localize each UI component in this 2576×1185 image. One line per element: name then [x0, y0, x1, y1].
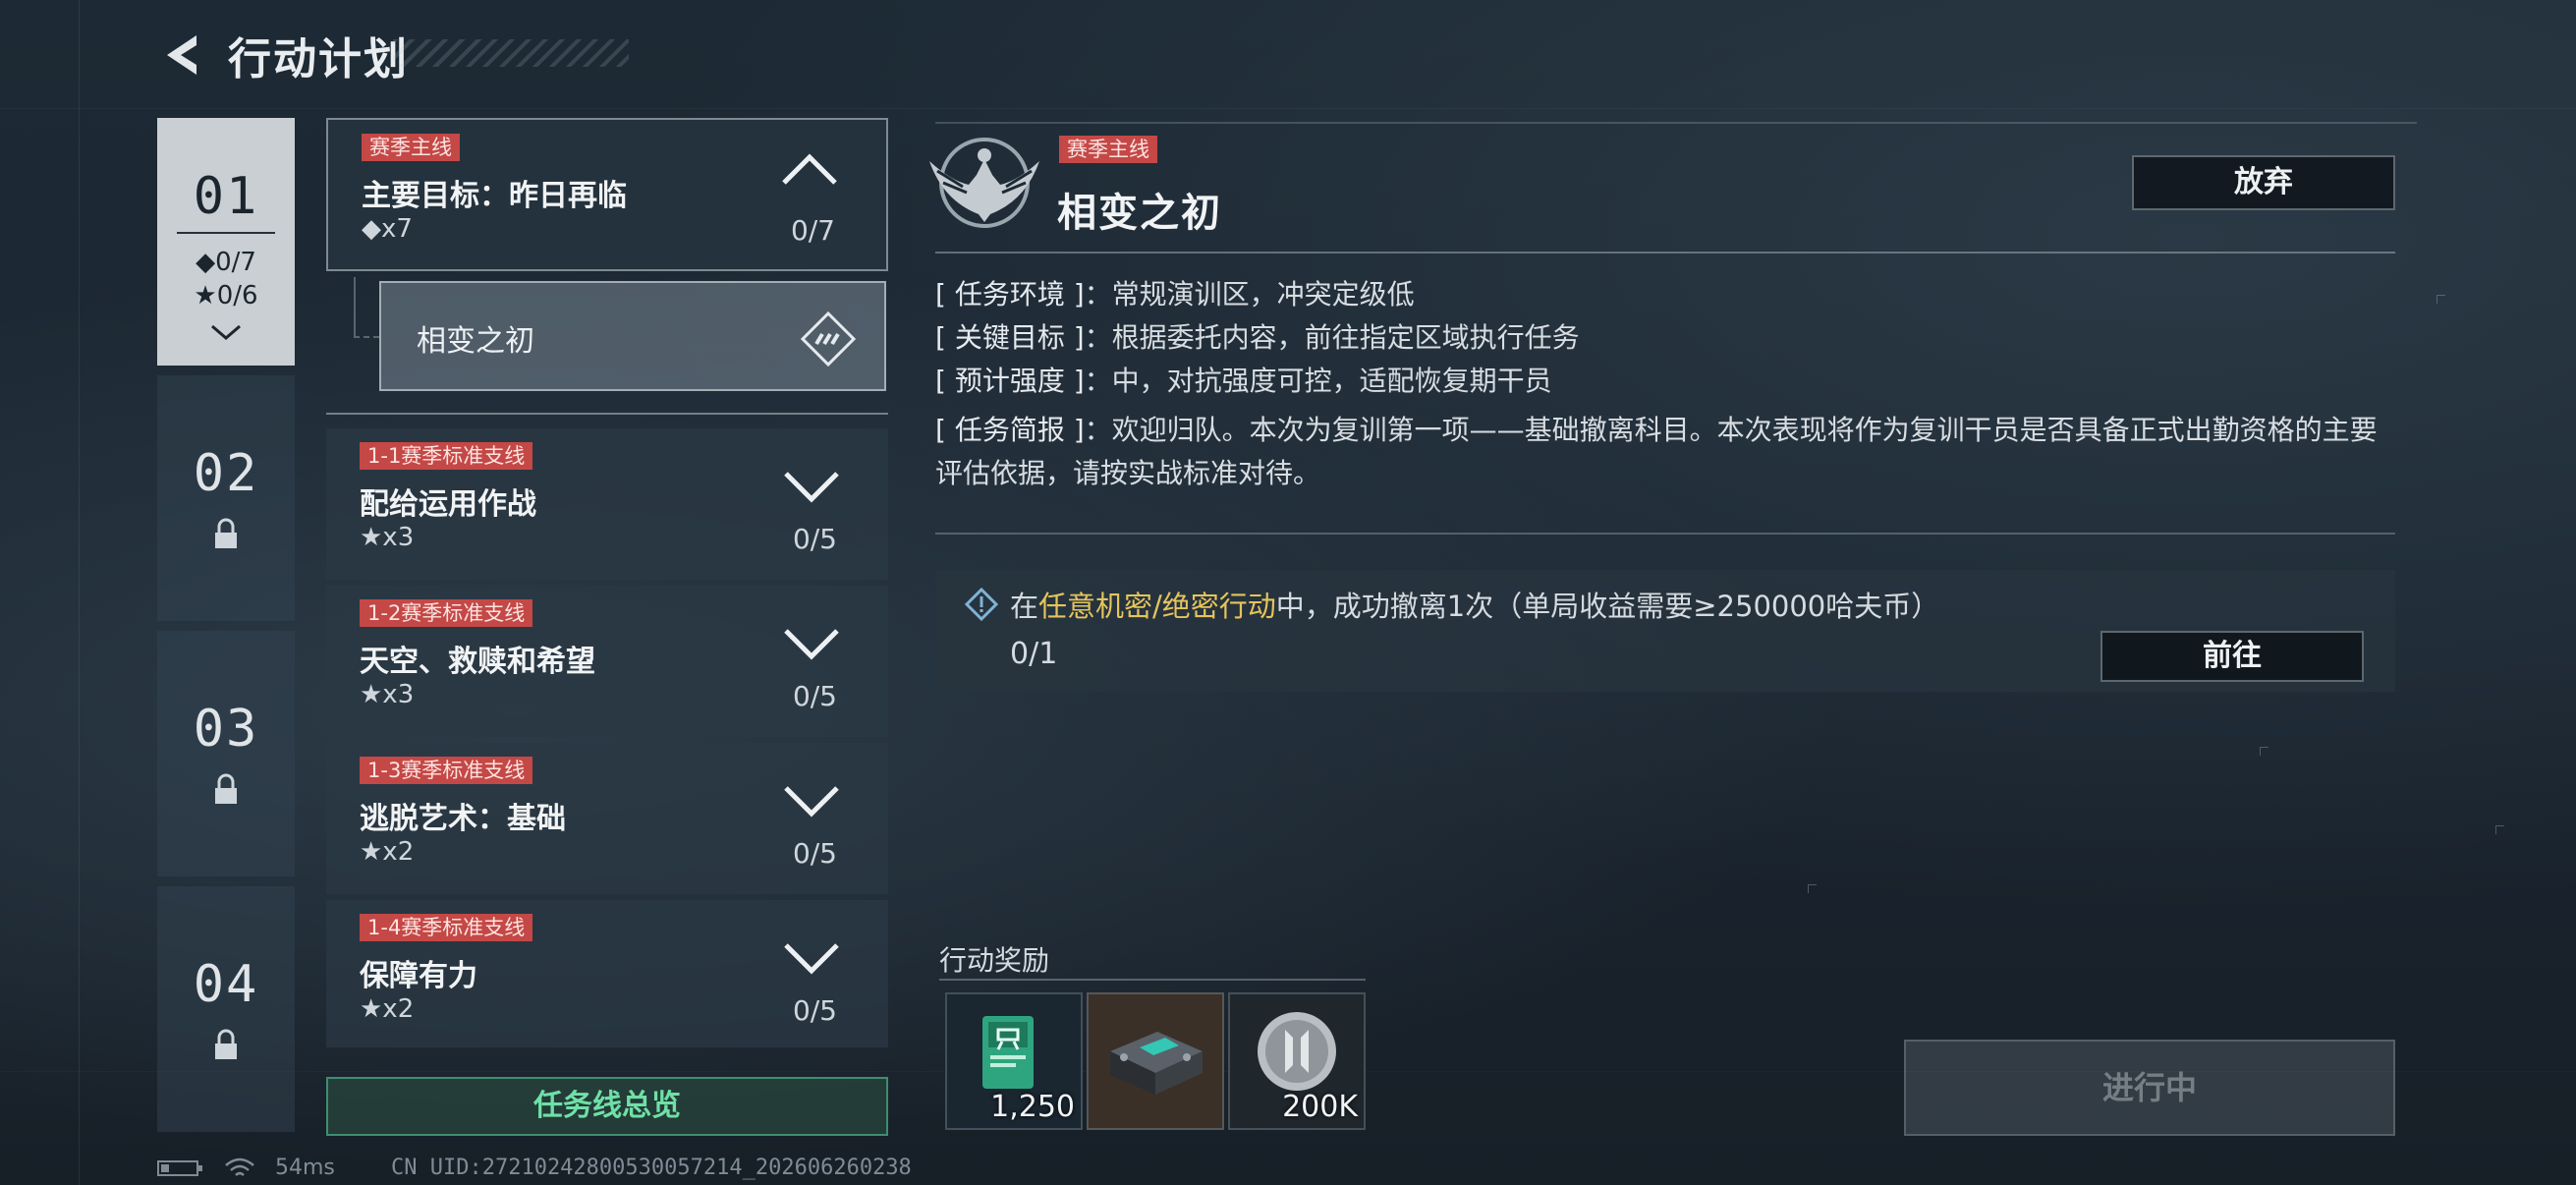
list-divider	[326, 413, 888, 415]
info-key-objective: [ 关键目标 ]：根据委托内容，前往指定区域执行任务	[935, 316, 2389, 360]
info-value: ：中，对抗强度可控，适配恢复期干员	[1084, 365, 1552, 397]
info-key: [ 关键目标 ]	[935, 321, 1085, 354]
chapter-number: 04	[193, 955, 259, 1014]
objective-progress: 0/1	[1010, 637, 1058, 671]
quest-title: 逃脱艺术：基础	[360, 802, 566, 836]
reward-device-item[interactable]	[1087, 992, 1224, 1130]
rewards-label: 行动奖励	[939, 944, 1050, 977]
lock-icon	[215, 518, 237, 548]
info-key: [ 预计强度 ]	[935, 365, 1085, 397]
quest-tag: 1-4赛季标准支线	[360, 914, 533, 941]
quest-reward: ★x3	[360, 523, 415, 552]
quest-overview-button[interactable]: 任务线总览	[326, 1077, 888, 1136]
reward-coin-item[interactable]: 200K	[1228, 992, 1366, 1130]
lock-icon	[215, 1029, 237, 1059]
quest-side-1-2[interactable]: 1-2赛季标准支线 天空、救赎和希望 ★x3 0/5	[326, 586, 888, 737]
chapter-number: 02	[193, 444, 259, 503]
sub-quest-label: 相变之初	[417, 324, 534, 359]
eagle-emblem-icon	[929, 138, 1039, 228]
objective-text: 在任意机密/绝密行动中，成功撤离1次（单局收益需要≥250000哈夫币）	[1010, 584, 1939, 625]
chapter-tab-03[interactable]: 03	[157, 631, 295, 876]
info-value: ：根据委托内容，前往指定区域执行任务	[1084, 321, 1580, 354]
reward-amount: 1,250	[990, 1090, 1075, 1124]
lock-icon	[215, 773, 237, 804]
quest-reward: ◆x7	[362, 214, 413, 244]
info-diamond-icon	[965, 588, 998, 621]
chevron-down-icon[interactable]	[782, 939, 841, 975]
chevron-down-icon[interactable]	[782, 468, 841, 503]
detail-title: 相变之初	[1057, 191, 1222, 236]
quest-progress: 0/5	[792, 523, 837, 555]
page-title: 行动计划	[228, 34, 409, 85]
title-decoration	[393, 39, 629, 67]
info-key: [ 任务简报 ]	[935, 414, 1085, 446]
quest-title: 配给运用作战	[360, 487, 536, 522]
info-environment: [ 任务环境 ]：常规演训区，冲突定级低	[935, 273, 2389, 316]
info-value: ：常规演训区，冲突定级低	[1084, 278, 1415, 310]
quest-tag: 1-1赛季标准支线	[360, 442, 533, 470]
quest-reward: ★x2	[360, 837, 415, 867]
wifi-icon	[225, 1157, 254, 1176]
chevron-down-icon[interactable]	[782, 625, 841, 660]
panel-divider-top	[935, 122, 2417, 124]
battery-icon	[157, 1160, 202, 1176]
chapter-tab-01[interactable]: 01 ◆0/7 ★0/6	[157, 118, 295, 366]
quest-reward: ★x2	[360, 994, 415, 1024]
quest-title: 主要目标：昨日再临	[362, 179, 627, 213]
quest-progress: 0/5	[792, 837, 837, 870]
status-bar: 54ms	[157, 1156, 335, 1180]
quest-progress: 0/7	[790, 214, 835, 247]
quest-title: 保障有力	[360, 959, 477, 993]
quest-side-1-1[interactable]: 1-1赛季标准支线 配给运用作战 ★x3 0/5	[326, 428, 888, 580]
uid-text: CN UID:27210242800530057214_202606260238	[391, 1156, 912, 1180]
chapter-tab-04[interactable]: 04	[157, 886, 295, 1132]
rewards-divider	[939, 979, 1366, 981]
chevron-down-icon	[157, 322, 295, 346]
objective-highlight: 任意机密/绝密行动	[1038, 590, 1276, 623]
chapter-number: 01	[193, 167, 259, 226]
chapter-star-count: ★0/6	[194, 281, 258, 310]
chapter-divider	[177, 232, 275, 234]
chevron-down-icon[interactable]	[782, 782, 841, 818]
quest-tag: 1-2赛季标准支线	[360, 599, 533, 627]
device-box-icon	[1110, 1032, 1203, 1095]
detail-divider	[935, 533, 2395, 535]
quest-progress: 0/5	[792, 994, 837, 1027]
in-progress-button: 进行中	[1904, 1040, 2395, 1136]
chapter-diamond-count: ◆0/7	[196, 248, 256, 277]
ping-text: 54ms	[275, 1156, 335, 1180]
quest-main[interactable]: 赛季主线 主要目标：昨日再临 ◆x7 0/7	[326, 118, 888, 271]
quest-tag: 1-3赛季标准支线	[360, 757, 533, 784]
info-intensity: [ 预计强度 ]：中，对抗强度可控，适配恢复期干员	[935, 360, 2389, 403]
back-arrow-icon[interactable]	[157, 29, 204, 81]
objective-suffix: 中，成功撤离1次（单局收益需要≥250000哈夫币）	[1275, 590, 1940, 623]
info-value: ：欢迎归队。本次为复训第一项——基础撤离科目。本次表现将作为复训干员是否具备正式…	[935, 414, 2378, 489]
info-key: [ 任务环境 ]	[935, 278, 1085, 310]
quest-side-1-4[interactable]: 1-4赛季标准支线 保障有力 ★x2 0/5	[326, 900, 888, 1047]
reward-amount: 200K	[1282, 1090, 1358, 1124]
reward-card-item[interactable]: 1,250	[945, 992, 1083, 1130]
go-button[interactable]: 前往	[2100, 631, 2364, 682]
objective-card: 在任意机密/绝密行动中，成功撤离1次（单局收益需要≥250000哈夫币） 0/1…	[935, 570, 2395, 692]
sub-quest-item[interactable]: 相变之初	[379, 281, 886, 391]
tree-connector	[354, 277, 379, 338]
quest-title: 天空、救赎和希望	[360, 645, 595, 679]
quest-progress: 0/5	[792, 680, 837, 712]
info-briefing: [ 任务简报 ]：欢迎归队。本次为复训第一项——基础撤离科目。本次表现将作为复训…	[935, 409, 2389, 495]
abandon-button[interactable]: 放弃	[2132, 155, 2395, 210]
target-diamond-icon	[800, 310, 857, 367]
quest-side-1-3[interactable]: 1-3赛季标准支线 逃脱艺术：基础 ★x2 0/5	[326, 743, 888, 894]
detail-divider	[935, 252, 2395, 254]
chapter-tab-02[interactable]: 02	[157, 375, 295, 621]
quest-reward: ★x3	[360, 680, 415, 709]
quest-tag: 赛季主线	[362, 134, 460, 161]
chapter-number: 03	[193, 700, 259, 759]
detail-tag: 赛季主线	[1059, 136, 1157, 163]
objective-prefix: 在	[1010, 590, 1039, 623]
chevron-up-icon[interactable]	[780, 151, 839, 187]
